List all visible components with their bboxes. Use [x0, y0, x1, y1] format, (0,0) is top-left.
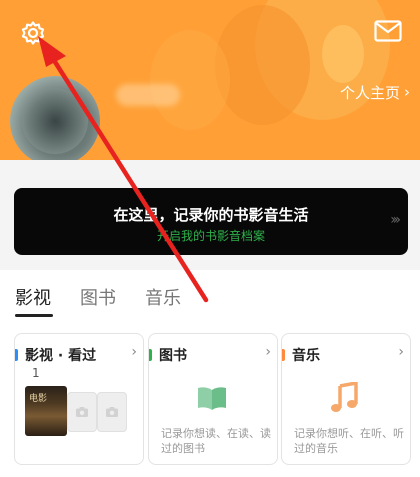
mail-icon — [374, 20, 402, 42]
poster-title: 电影 — [29, 394, 48, 404]
messages-button[interactable] — [372, 18, 404, 44]
chevron-right-icon: › — [404, 83, 410, 101]
settings-gear-button[interactable] — [18, 18, 48, 48]
header-decoration — [150, 30, 230, 130]
card-title: 图书 — [159, 348, 187, 364]
header-decoration — [322, 25, 364, 83]
tab-books[interactable]: 图书 — [80, 284, 116, 310]
camera-icon — [76, 407, 88, 417]
gear-icon — [21, 21, 45, 45]
card-description: 记录你想读、在读、读过的图书 — [161, 427, 271, 455]
active-tab-indicator — [15, 314, 53, 317]
card-accent-bar — [15, 349, 18, 361]
archive-banner[interactable]: 在这里，记录你的书影音生活 开启我的书影音档案 ››› — [14, 188, 408, 255]
book-icon — [194, 380, 230, 416]
movies-watched-card[interactable]: 影视 · 看过 › 1 电影 — [14, 333, 144, 465]
card-description: 记录你想听、在听、听过的音乐 — [294, 427, 404, 455]
chevron-right-icon: › — [398, 344, 404, 360]
banner-subtitle: 开启我的书影音档案 — [156, 229, 265, 243]
personal-homepage-link[interactable]: 个人主页 › — [340, 82, 410, 103]
card-accent-bar — [282, 349, 285, 361]
camera-icon — [106, 407, 118, 417]
music-note-icon — [327, 380, 363, 416]
placeholder-slot — [67, 392, 97, 432]
books-card[interactable]: 图书 › 记录你想读、在读、读过的图书 — [148, 333, 278, 465]
card-count: 1 — [32, 366, 40, 380]
card-title: 音乐 — [292, 348, 320, 364]
username-redacted — [116, 84, 180, 106]
movie-poster[interactable]: 电影 — [25, 386, 67, 436]
banner-title: 在这里，记录你的书影音生活 — [113, 206, 309, 224]
card-accent-bar — [149, 349, 152, 361]
music-card[interactable]: 音乐 › 记录你想听、在听、听过的音乐 — [281, 333, 411, 465]
category-tabs: 影视 图书 音乐 — [0, 270, 420, 320]
personal-homepage-label: 个人主页 — [339, 84, 400, 102]
card-title: 影视 · 看过 — [25, 348, 97, 364]
triple-chevron-icon: ››› — [390, 212, 401, 228]
tab-movies[interactable]: 影视 — [15, 284, 51, 310]
chevron-right-icon: › — [131, 344, 137, 360]
chevron-right-icon: › — [265, 344, 271, 360]
profile-header: 个人主页 › — [0, 0, 420, 160]
tab-music[interactable]: 音乐 — [145, 284, 181, 310]
placeholder-slot — [97, 392, 127, 432]
header-decoration — [215, 5, 310, 125]
avatar-image — [22, 88, 88, 154]
